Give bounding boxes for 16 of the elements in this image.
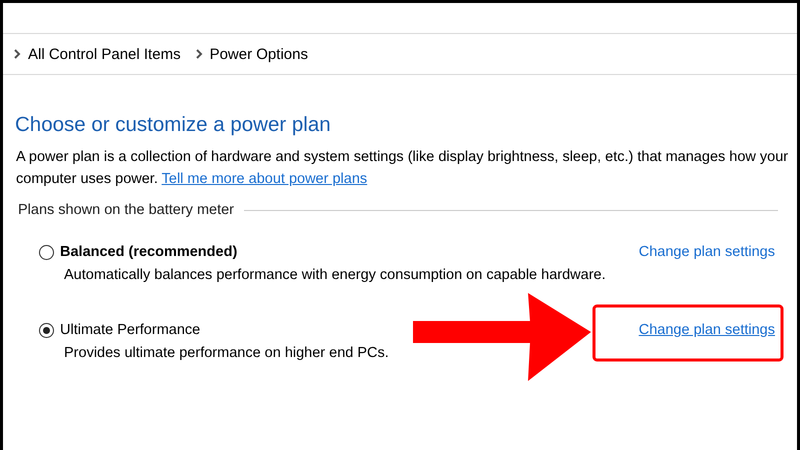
plan-name: Ultimate Performance [60, 322, 200, 338]
plan-name: Balanced (recommended) [60, 244, 238, 260]
change-plan-settings-link[interactable]: Change plan settings [638, 244, 775, 260]
change-plan-settings-link[interactable]: Change plan settings [638, 322, 775, 338]
chevron-icon [13, 49, 22, 59]
breadcrumb-item[interactable]: Power Options [210, 46, 308, 62]
breadcrumb-item[interactable]: All Control Panel Items [28, 46, 181, 62]
intro-text: A power plan is a collection of hardware and system settings (like display brightness, sleep, etc.) that manages how your computer uses power. Tell me more about power plans [16, 148, 789, 188]
learn-more-link[interactable]: Tell me more about power plans [162, 170, 368, 186]
chevron-icon [194, 49, 204, 59]
plan-description: Automatically balances performance with energy consumption on capable hardware. [64, 267, 607, 283]
radio-button[interactable] [39, 244, 54, 260]
group-label: Plans shown on the battery meter [18, 202, 234, 218]
plan-description: Provides ultimate performance on higher end PCs. [64, 345, 390, 361]
page-title: Choose or customize a power plan [15, 113, 332, 137]
radio-button[interactable] [39, 322, 54, 338]
